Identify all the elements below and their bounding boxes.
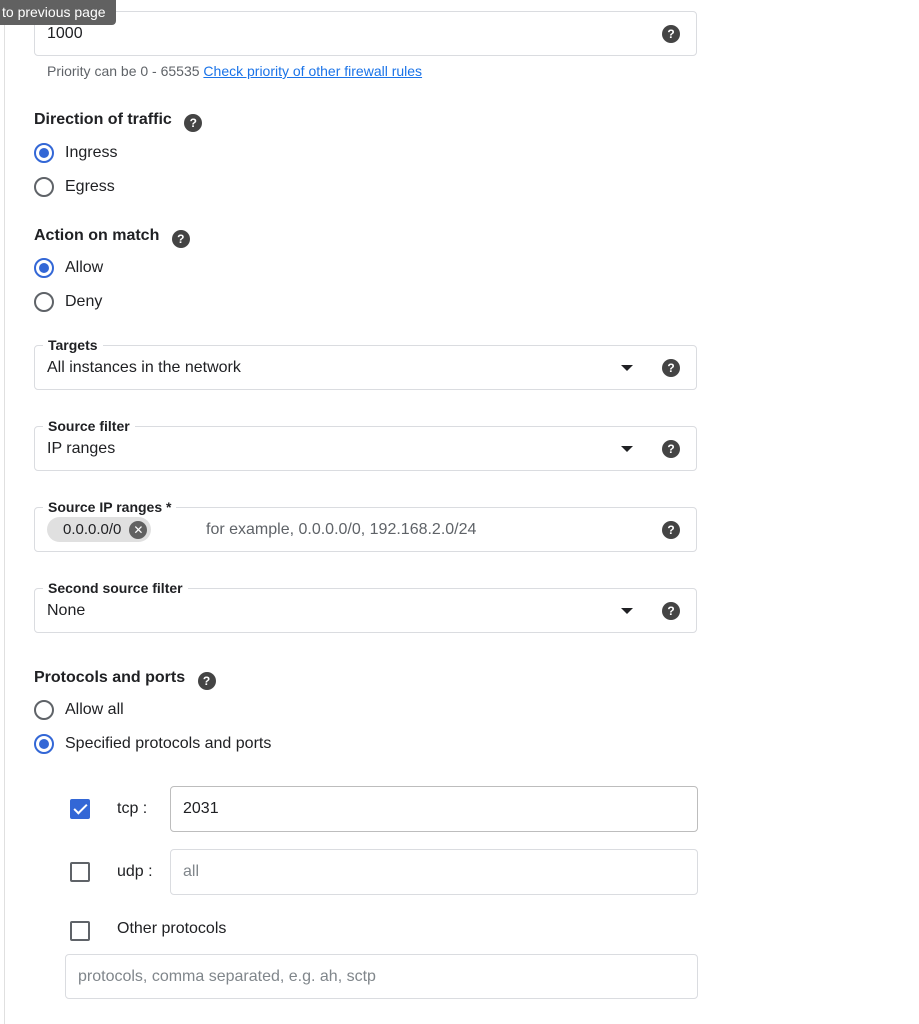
left-divider bbox=[4, 0, 5, 1024]
udp-checkbox[interactable] bbox=[70, 862, 90, 882]
source-filter-label: Source filter bbox=[43, 417, 135, 435]
help-icon[interactable]: ? bbox=[662, 359, 680, 377]
remove-chip-icon[interactable]: ✕ bbox=[129, 520, 148, 539]
direction-section-title: Direction of traffic ? bbox=[34, 110, 203, 132]
other-protocols-label: Other protocols bbox=[117, 920, 227, 937]
tcp-checkbox[interactable] bbox=[70, 799, 90, 819]
priority-hint-text: Priority can be 0 - 65535 bbox=[47, 63, 200, 79]
help-icon[interactable]: ? bbox=[662, 25, 680, 43]
tooltip-previous-page: to previous page bbox=[0, 0, 116, 25]
help-icon[interactable]: ? bbox=[197, 672, 216, 690]
direction-title: Direction of traffic bbox=[34, 111, 172, 128]
dropdown-arrow-icon[interactable] bbox=[621, 446, 633, 452]
dropdown-arrow-icon[interactable] bbox=[621, 365, 633, 371]
help-icon[interactable]: ? bbox=[662, 602, 680, 620]
help-icon[interactable]: ? bbox=[171, 230, 190, 248]
targets-value: All instances in the network bbox=[47, 359, 241, 376]
second-source-filter-value: None bbox=[47, 602, 86, 619]
second-source-filter-label: Second source filter bbox=[43, 579, 188, 597]
radio-deny[interactable]: Deny bbox=[34, 291, 102, 313]
radio-button[interactable] bbox=[34, 177, 54, 197]
other-protocols-input[interactable] bbox=[65, 954, 698, 999]
radio-button-checked[interactable] bbox=[34, 258, 54, 278]
source-ip-ranges-placeholder[interactable]: for example, 0.0.0.0/0, 192.168.2.0/24 bbox=[206, 520, 476, 540]
radio-ingress[interactable]: Ingress bbox=[34, 142, 117, 164]
tcp-label: tcp : bbox=[117, 800, 148, 817]
priority-hint: Priority can be 0 - 65535 Check priority… bbox=[47, 62, 422, 80]
radio-button-checked[interactable] bbox=[34, 143, 54, 163]
radio-allow[interactable]: Allow bbox=[34, 257, 103, 279]
radio-label-allow-all: Allow all bbox=[65, 701, 124, 718]
radio-allow-all[interactable]: Allow all bbox=[34, 699, 124, 721]
source-filter-value: IP ranges bbox=[47, 440, 116, 457]
source-ip-ranges-label: Source IP ranges * bbox=[43, 498, 177, 516]
ip-range-chip-text: 0.0.0.0/0 bbox=[63, 521, 122, 538]
radio-label-ingress: Ingress bbox=[65, 144, 118, 161]
targets-select[interactable]: Targets All instances in the network ? bbox=[34, 336, 697, 390]
radio-specified-protocols[interactable]: Specified protocols and ports bbox=[34, 733, 271, 755]
radio-button[interactable] bbox=[34, 292, 54, 312]
source-ip-ranges-field[interactable]: Source IP ranges * 0.0.0.0/0 ✕ for examp… bbox=[34, 498, 697, 552]
other-protocols-checkbox[interactable] bbox=[70, 921, 90, 941]
help-icon[interactable]: ? bbox=[184, 114, 203, 132]
ip-range-chip[interactable]: 0.0.0.0/0 ✕ bbox=[47, 517, 152, 542]
dropdown-arrow-icon[interactable] bbox=[621, 608, 633, 614]
help-icon[interactable]: ? bbox=[662, 440, 680, 458]
radio-label-egress: Egress bbox=[65, 178, 115, 195]
protocols-title: Protocols and ports bbox=[34, 669, 186, 686]
radio-button-checked[interactable] bbox=[34, 734, 54, 754]
radio-label-allow: Allow bbox=[65, 259, 104, 276]
second-source-filter-select[interactable]: Second source filter None ? bbox=[34, 579, 697, 633]
radio-button[interactable] bbox=[34, 700, 54, 720]
action-section-title: Action on match ? bbox=[34, 226, 190, 248]
udp-label: udp : bbox=[117, 863, 153, 880]
check-priority-link[interactable]: Check priority of other firewall rules bbox=[203, 63, 422, 79]
targets-label: Targets bbox=[43, 336, 103, 354]
priority-field[interactable]: 1000 ? bbox=[34, 11, 697, 56]
udp-ports-input[interactable] bbox=[170, 849, 698, 895]
action-title: Action on match bbox=[34, 227, 160, 244]
protocols-section-title: Protocols and ports ? bbox=[34, 668, 216, 690]
source-filter-select[interactable]: Source filter IP ranges ? bbox=[34, 417, 697, 471]
radio-egress[interactable]: Egress bbox=[34, 176, 115, 198]
tcp-ports-input[interactable] bbox=[170, 786, 698, 832]
help-icon[interactable]: ? bbox=[662, 521, 680, 539]
radio-label-deny: Deny bbox=[65, 293, 103, 310]
priority-value: 1000 bbox=[47, 25, 83, 42]
radio-label-specified: Specified protocols and ports bbox=[65, 735, 272, 752]
